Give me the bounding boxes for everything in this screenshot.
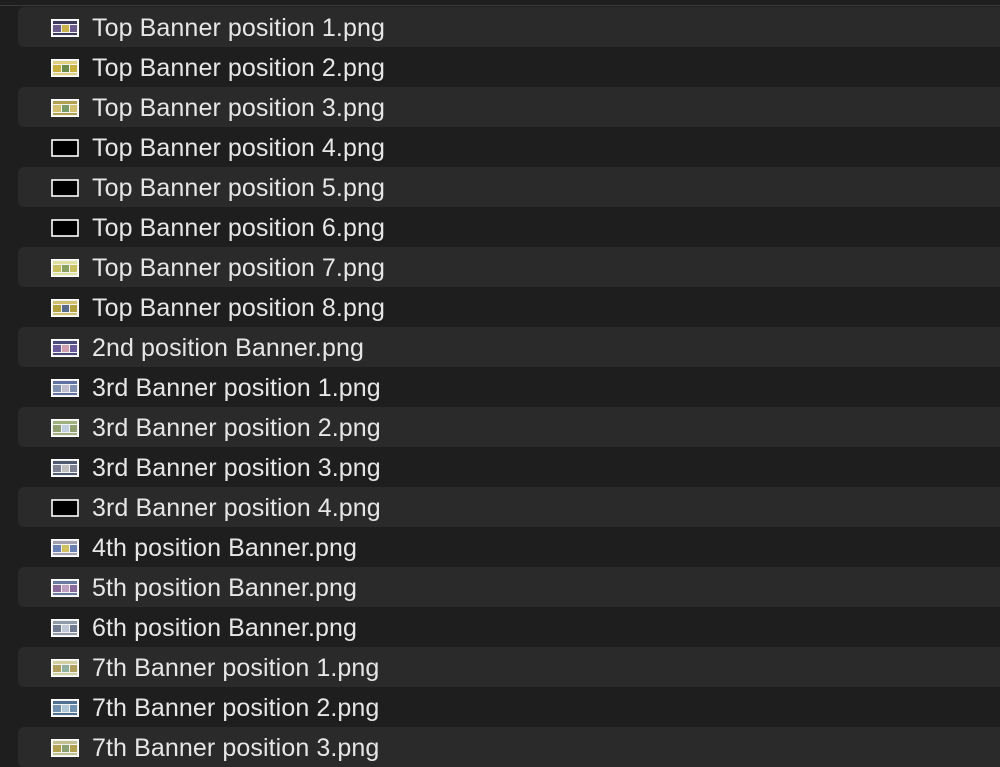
file-name: Top Banner position 7.png: [92, 254, 385, 282]
image-thumbnail-icon: [51, 19, 79, 37]
file-row[interactable]: 3rd Banner position 3.png: [18, 447, 1000, 487]
file-row[interactable]: 4th position Banner.png: [18, 527, 1000, 567]
file-name: 2nd position Banner.png: [92, 334, 364, 362]
file-row[interactable]: Top Banner position 8.png: [18, 287, 1000, 327]
file-name: 5th position Banner.png: [92, 574, 358, 602]
image-thumbnail-icon: [51, 659, 79, 677]
window-top-edge: [0, 0, 1000, 6]
image-thumbnail-icon: [51, 99, 79, 117]
image-thumbnail-icon: [51, 699, 79, 717]
file-name: Top Banner position 4.png: [92, 134, 385, 162]
image-thumbnail-icon: [51, 379, 79, 397]
file-row[interactable]: 7th Banner position 3.png: [18, 727, 1000, 767]
file-row[interactable]: Top Banner position 4.png: [18, 127, 1000, 167]
file-row[interactable]: Top Banner position 6.png: [18, 207, 1000, 247]
file-name: 7th Banner position 1.png: [92, 654, 380, 682]
file-row[interactable]: 5th position Banner.png: [18, 567, 1000, 607]
file-row[interactable]: Top Banner position 7.png: [18, 247, 1000, 287]
blank-image-thumbnail-icon: [51, 219, 79, 237]
file-row[interactable]: 7th Banner position 1.png: [18, 647, 1000, 687]
file-row[interactable]: 7th Banner position 2.png: [18, 687, 1000, 727]
blank-image-thumbnail-icon: [51, 499, 79, 517]
image-thumbnail-icon: [51, 339, 79, 357]
file-name: Top Banner position 8.png: [92, 294, 385, 322]
file-name: 7th Banner position 3.png: [92, 734, 380, 762]
file-name: Top Banner position 5.png: [92, 174, 385, 202]
file-name: 4th position Banner.png: [92, 534, 358, 562]
file-name: Top Banner position 6.png: [92, 214, 385, 242]
file-row[interactable]: 2nd position Banner.png: [18, 327, 1000, 367]
file-name: Top Banner position 3.png: [92, 94, 385, 122]
file-name: 6th position Banner.png: [92, 614, 358, 642]
image-thumbnail-icon: [51, 579, 79, 597]
image-thumbnail-icon: [51, 259, 79, 277]
file-name: 3rd Banner position 3.png: [92, 454, 381, 482]
image-thumbnail-icon: [51, 739, 79, 757]
file-row[interactable]: Top Banner position 1.png: [18, 7, 1000, 47]
file-row[interactable]: 3rd Banner position 4.png: [18, 487, 1000, 527]
image-thumbnail-icon: [51, 619, 79, 637]
file-name: Top Banner position 2.png: [92, 54, 385, 82]
blank-image-thumbnail-icon: [51, 139, 79, 157]
blank-image-thumbnail-icon: [51, 179, 79, 197]
file-name: 3rd Banner position 4.png: [92, 494, 381, 522]
file-row[interactable]: Top Banner position 2.png: [18, 47, 1000, 87]
file-row[interactable]: 3rd Banner position 2.png: [18, 407, 1000, 447]
image-thumbnail-icon: [51, 419, 79, 437]
image-thumbnail-icon: [51, 299, 79, 317]
image-thumbnail-icon: [51, 459, 79, 477]
image-thumbnail-icon: [51, 539, 79, 557]
file-name: Top Banner position 1.png: [92, 14, 385, 42]
file-name: 3rd Banner position 1.png: [92, 374, 381, 402]
file-name: 3rd Banner position 2.png: [92, 414, 381, 442]
image-thumbnail-icon: [51, 59, 79, 77]
file-row[interactable]: 6th position Banner.png: [18, 607, 1000, 647]
file-row[interactable]: Top Banner position 5.png: [18, 167, 1000, 207]
file-list: Top Banner position 1.png Top Banner posi…: [18, 7, 1000, 767]
file-row[interactable]: 3rd Banner position 1.png: [18, 367, 1000, 407]
file-row[interactable]: Top Banner position 3.png: [18, 87, 1000, 127]
file-name: 7th Banner position 2.png: [92, 694, 380, 722]
